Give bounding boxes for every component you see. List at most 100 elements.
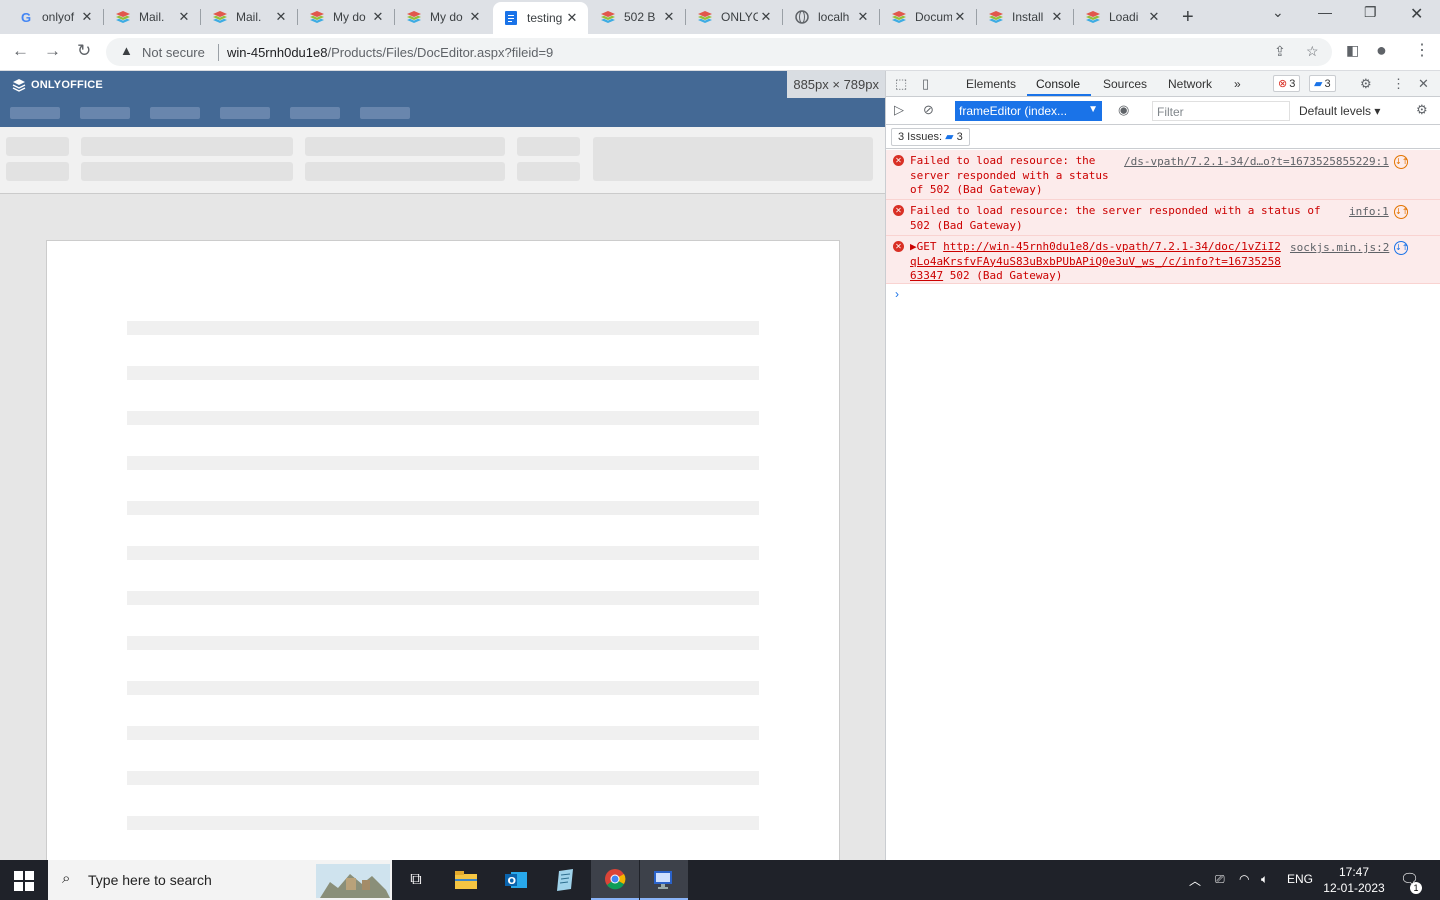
outlook-icon[interactable]: O: [492, 860, 540, 900]
browser-tab[interactable]: Docum ✕: [881, 2, 976, 32]
message-source-link[interactable]: info:1: [1349, 205, 1389, 220]
warning-icon[interactable]: ▲: [120, 43, 133, 58]
browser-tab[interactable]: Mail. ✕: [202, 2, 297, 32]
request-url[interactable]: 63347: [910, 269, 943, 282]
wifi-icon[interactable]: ◠: [1239, 872, 1249, 886]
browser-tab[interactable]: My do ✕: [396, 2, 491, 32]
restore-button[interactable]: ❐: [1364, 4, 1377, 21]
url-text[interactable]: win-45rnh0du1e8/Products/Files/DocEditor…: [227, 45, 553, 60]
device-toolbar-icon[interactable]: ▯: [922, 76, 929, 92]
message-text[interactable]: Failed to load resource: the server resp…: [910, 154, 1109, 198]
bookmark-star-icon[interactable]: ☆: [1306, 43, 1319, 60]
request-url[interactable]: http://win-45rnh0du1e8/ds-vpath/7.2.1-34…: [943, 240, 1281, 253]
close-tab-icon[interactable]: ✕: [273, 9, 289, 25]
close-tab-icon[interactable]: ✕: [467, 9, 483, 25]
request-prefix[interactable]: ▶GET: [910, 240, 943, 253]
browser-tab-title: localh: [818, 10, 850, 24]
forward-button[interactable]: →: [44, 41, 61, 61]
meet-now-icon[interactable]: ⎚: [1215, 872, 1225, 887]
onlyoffice-icon: [988, 9, 1004, 25]
message-line: 63347 502 (Bad Gateway): [910, 269, 1281, 284]
request-url[interactable]: qLo4aKrsfvFAy4uS83uBxbPUbAPiQ0e3uV_ws_/c…: [910, 255, 1281, 268]
close-tab-icon[interactable]: ✕: [564, 10, 580, 26]
tab-console[interactable]: Console: [1036, 77, 1080, 91]
language-indicator[interactable]: ENG: [1287, 872, 1313, 886]
taskbar-search-box[interactable]: ⌕ Type here to search: [48, 860, 392, 900]
volume-icon[interactable]: 🔈︎: [1261, 872, 1268, 887]
log-levels-dropdown[interactable]: Default levels ▾: [1299, 104, 1380, 118]
not-secure-label[interactable]: Not secure: [142, 45, 205, 60]
windows-start-icon[interactable]: [14, 871, 34, 891]
message-count-badge[interactable]: ▰ 3: [1309, 75, 1336, 92]
more-tabs-icon[interactable]: »: [1234, 77, 1241, 91]
close-tab-icon[interactable]: ✕: [661, 9, 677, 25]
console-settings-gear-icon[interactable]: ⚙: [1416, 102, 1428, 118]
back-button[interactable]: ←: [12, 41, 29, 61]
chrome-icon[interactable]: [591, 860, 639, 900]
network-info-icon[interactable]: ↓↑: [1394, 205, 1408, 219]
close-window-button[interactable]: ✕: [1410, 4, 1423, 24]
show-hidden-icons-chevron-icon[interactable]: ︿: [1189, 872, 1201, 889]
minimize-button[interactable]: —: [1318, 4, 1332, 20]
close-tab-icon[interactable]: ✕: [79, 9, 95, 25]
search-icon: ⌕: [62, 870, 71, 887]
close-tab-icon[interactable]: ✕: [952, 9, 968, 25]
close-tab-icon[interactable]: ✕: [1049, 9, 1065, 25]
onlyoffice-logo[interactable]: ONLYOFFICE: [12, 78, 103, 92]
browser-tab[interactable]: Loadi ✕: [1075, 2, 1170, 32]
omnibox[interactable]: ▲ Not secure win-45rnh0du1e8/Products/Fi…: [106, 38, 1332, 66]
browser-tab[interactable]: testing ✕: [493, 2, 588, 34]
task-view-icon[interactable]: ⧉: [392, 860, 440, 900]
close-devtools-icon[interactable]: ✕: [1418, 76, 1429, 92]
toolbar-placeholder: [81, 162, 293, 181]
browser-tab[interactable]: Mail. ✕: [105, 2, 200, 32]
sidebar-toggle-icon[interactable]: ▷: [894, 102, 904, 118]
browser-tab[interactable]: My do ✕: [299, 2, 394, 32]
notepad-icon[interactable]: [541, 860, 589, 900]
tab-search-icon[interactable]: ⌄: [1272, 4, 1284, 21]
close-tab-icon[interactable]: ✕: [370, 9, 386, 25]
message-text[interactable]: ▶GET http://win-45rnh0du1e8/ds-vpath/7.2…: [910, 240, 1281, 284]
issues-button[interactable]: 3 Issues: ▰ 3: [891, 128, 970, 146]
error-count-badge[interactable]: ⊗ 3: [1273, 75, 1301, 92]
browser-tab[interactable]: Install ✕: [978, 2, 1073, 32]
message-source-link[interactable]: /ds-vpath/7.2.1-34/d…o?t=1673525855229:1: [1124, 155, 1389, 170]
console-prompt-chevron-icon[interactable]: ›: [895, 287, 899, 301]
close-tab-icon[interactable]: ✕: [855, 9, 871, 25]
new-tab-button[interactable]: +: [1182, 6, 1194, 29]
system-clock[interactable]: 17:47 12-01-2023: [1316, 864, 1392, 896]
reload-button[interactable]: ↻: [77, 41, 91, 61]
close-tab-icon[interactable]: ✕: [176, 9, 192, 25]
message-text[interactable]: Failed to load resource: the server resp…: [910, 204, 1321, 233]
file-explorer-icon[interactable]: [442, 860, 490, 900]
browser-tab[interactable]: ONLYO ✕: [687, 2, 782, 32]
console-filter-input[interactable]: Filter: [1152, 101, 1290, 121]
close-tab-icon[interactable]: ✕: [758, 9, 774, 25]
toolbar-placeholder: [305, 162, 505, 181]
side-panel-icon[interactable]: ◧: [1346, 42, 1359, 59]
share-icon[interactable]: ⇪: [1274, 43, 1286, 60]
network-info-icon[interactable]: ↓↑: [1394, 241, 1408, 255]
context-selector[interactable]: frameEditor (index... ▼: [955, 101, 1102, 121]
tab-network[interactable]: Network: [1168, 77, 1212, 91]
onlyoffice-icon: [1085, 9, 1101, 25]
settings-gear-icon[interactable]: ⚙: [1360, 76, 1372, 92]
close-tab-icon[interactable]: ✕: [1146, 9, 1162, 25]
profile-avatar-icon[interactable]: ●: [1376, 40, 1387, 61]
remote-desktop-icon[interactable]: [640, 860, 688, 900]
live-expression-eye-icon[interactable]: ◉: [1118, 102, 1129, 118]
windows-taskbar: ⌕ Type here to search ⧉ O ︿ ⎚ ◠ 🔈︎ ENG 1…: [0, 860, 1440, 900]
editor-toolbar-placeholder: [0, 127, 885, 194]
clear-console-icon[interactable]: ⊘: [923, 102, 934, 118]
tab-sources[interactable]: Sources: [1103, 77, 1147, 91]
inspect-element-icon[interactable]: ⬚: [895, 76, 907, 92]
browser-tab[interactable]: Gonlyof ✕: [8, 2, 103, 32]
message-source-link[interactable]: sockjs.min.js:2: [1290, 241, 1389, 256]
browser-tab[interactable]: 502 B ✕: [590, 2, 685, 32]
browser-tab[interactable]: localh ✕: [784, 2, 879, 32]
tab-elements[interactable]: Elements: [966, 77, 1016, 91]
network-info-icon[interactable]: ↓↑: [1394, 155, 1408, 169]
devtools-menu-icon[interactable]: ⋮: [1392, 76, 1405, 92]
browser-menu-icon[interactable]: ⋮: [1414, 40, 1430, 60]
message-line: qLo4aKrsfvFAy4uS83uBxbPUbAPiQ0e3uV_ws_/c…: [910, 255, 1281, 270]
